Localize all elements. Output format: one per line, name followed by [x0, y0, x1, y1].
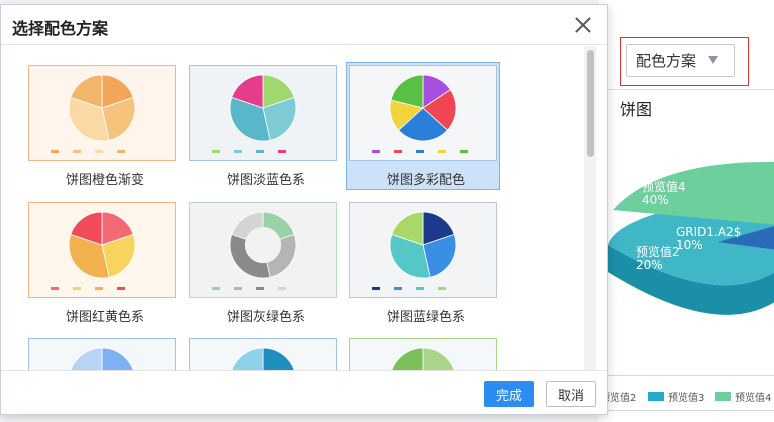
pie-slice — [262, 347, 295, 370]
thumbnail-legend-swatch — [372, 150, 380, 153]
scheme-label: 饼图多彩配色 — [386, 173, 465, 188]
thumbnail-pie-icon — [231, 347, 295, 370]
scheme-label: 饼图橙色渐变 — [65, 173, 144, 188]
slice-label-2-value: 20% — [636, 258, 663, 272]
scheme-thumbnail — [189, 202, 337, 298]
thumbnail-pie-icon — [391, 347, 455, 370]
scheme-thumbnail — [28, 338, 176, 370]
pie-slice-40 — [613, 161, 774, 225]
donut-hole — [244, 226, 282, 264]
dialog-header: 选择配色方案 — [1, 5, 607, 45]
chart-title: 饼图 — [620, 100, 653, 119]
color-scheme-dropdown[interactable]: 配色方案 — [626, 44, 735, 77]
scheme-thumbnail — [189, 65, 337, 161]
thumbnail-legend-swatch — [256, 150, 264, 153]
legend-item: 预览值3 — [648, 389, 704, 404]
thumbnail-pie-icon — [212, 74, 297, 153]
thumbnail-pie-icon — [372, 74, 468, 153]
scheme-label: 饼图红黄色系 — [65, 310, 144, 325]
scrollbar-thumb[interactable] — [587, 50, 594, 157]
dialog-title: 选择配色方案 — [12, 19, 109, 38]
pie-chart-preview: 预览值4 40% GRID1.A2$ 10% 预览值2 20% — [608, 161, 774, 315]
scheme-thumbnail — [349, 65, 497, 161]
thumbnail-legend-swatch — [438, 287, 446, 290]
thumbnail-legend-swatch — [234, 150, 242, 153]
thumbnail-legend-swatch — [51, 150, 59, 153]
legend-swatch — [648, 392, 664, 401]
pie-slice — [422, 347, 455, 370]
thumbnail-legend-swatch — [438, 150, 446, 153]
thumbnail-legend-swatch — [234, 287, 242, 290]
thumbnail-legend-swatch — [278, 150, 286, 153]
thumbnail-legend-swatch — [460, 150, 468, 153]
chart-legend: 预览值2 预览值3 预览值4 — [598, 375, 774, 411]
scheme-label: 饼图灰绿色系 — [226, 310, 305, 325]
thumbnail-legend-swatch — [416, 150, 424, 153]
scheme-thumbnail — [349, 202, 497, 298]
scheme-label: 饼图蓝绿色系 — [386, 310, 465, 325]
thumbnail-legend-swatch — [117, 287, 125, 290]
scheme-thumbnail — [28, 202, 176, 298]
slice-label-4-value: 40% — [642, 193, 669, 207]
slice-label-2-name: 预览值2 — [636, 244, 680, 259]
color-scheme-dialog: 选择配色方案 饼图橙色渐变 饼图淡蓝色系 饼图多彩配色饼图红黄色系 饼图灰绿色系 饼图蓝… — [0, 4, 608, 415]
thumbnail-legend-swatch — [212, 150, 220, 153]
legend-item: 预览值4 — [715, 389, 771, 404]
thumbnail-pie-icon — [51, 211, 136, 290]
thumbnail-legend-swatch — [117, 150, 125, 153]
scheme-thumbnail — [189, 338, 337, 370]
dialog-footer: 完成 取消 — [1, 370, 607, 414]
slice-label-4-name: 预览值4 — [642, 179, 686, 194]
thumbnail-legend-swatch — [416, 287, 424, 290]
thumbnail-legend-swatch — [372, 287, 380, 290]
legend-swatch — [715, 392, 731, 401]
slice-label-grid-value: 10% — [676, 238, 703, 252]
thumbnail-pie-icon — [212, 211, 297, 290]
pie-slice — [101, 347, 134, 370]
cancel-button[interactable]: 取消 — [546, 381, 596, 407]
scheme-thumbnail — [28, 65, 176, 161]
thumbnail-legend-swatch — [73, 150, 81, 153]
scheme-grid: 饼图橙色渐变 饼图淡蓝色系 饼图多彩配色饼图红黄色系 饼图灰绿色系 饼图蓝绿色系 — [1, 46, 581, 370]
thumbnail-legend-swatch — [73, 287, 81, 290]
color-scheme-dropdown-label: 配色方案 — [636, 52, 697, 70]
thumbnail-legend-swatch — [95, 287, 103, 290]
thumbnail-pie-icon — [51, 74, 136, 153]
thumbnail-legend-swatch — [394, 150, 402, 153]
caret-down-icon — [708, 56, 718, 64]
scheme-thumbnail — [349, 338, 497, 370]
thumbnail-legend-swatch — [212, 287, 220, 290]
legend-label: 预览值4 — [735, 393, 772, 404]
slice-label-grid-name: GRID1.A2$ — [676, 225, 741, 239]
thumbnail-pie-icon — [70, 347, 134, 370]
close-icon[interactable] — [571, 13, 595, 37]
thumbnail-legend-swatch — [95, 150, 103, 153]
thumbnail-legend-swatch — [51, 287, 59, 290]
thumbnail-legend-swatch — [278, 287, 286, 290]
thumbnail-pie-icon — [372, 211, 457, 290]
thumbnail-legend-swatch — [256, 287, 264, 290]
done-button[interactable]: 完成 — [484, 381, 534, 407]
legend-label: 预览值3 — [668, 393, 705, 404]
thumbnail-legend-swatch — [394, 287, 402, 290]
scheme-label: 饼图淡蓝色系 — [226, 173, 305, 188]
